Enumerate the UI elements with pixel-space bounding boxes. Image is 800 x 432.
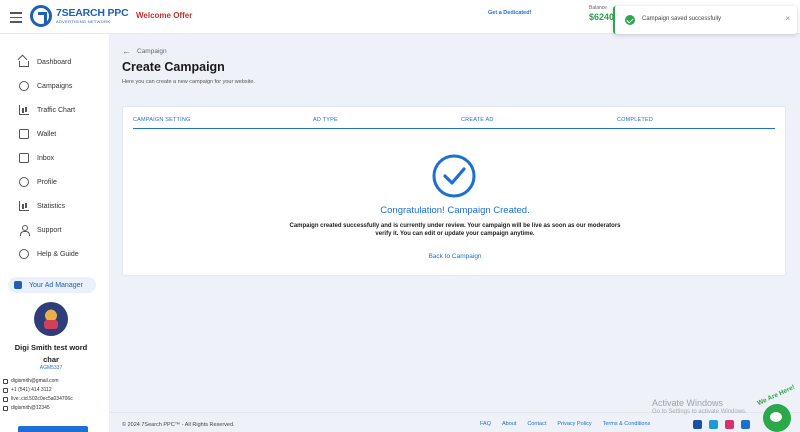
sidebar-item-label: Inbox [37, 154, 55, 162]
ad-manager-icon [14, 281, 22, 289]
sidebar-item-traffic-chart[interactable]: Traffic Chart [19, 103, 75, 117]
instagram-icon[interactable] [725, 420, 734, 429]
sidebar-item-support[interactable]: Support [19, 223, 62, 237]
contact-skype: live:.cid.502c0ec5a034706c [3, 396, 73, 402]
dedicated-link[interactable]: Get a Dedicated! [488, 10, 531, 16]
contact-email: digismith@gmail.com [3, 378, 59, 384]
sidebar-item-help-guide[interactable]: Help & Guide [19, 247, 79, 261]
menu-icon[interactable] [10, 12, 22, 23]
statistics-icon [19, 201, 29, 211]
linkedin-icon[interactable] [741, 420, 750, 429]
step-completed[interactable]: COMPLETED [617, 117, 653, 123]
page-subtitle: Here you can create a new campaign for y… [122, 79, 255, 85]
sidebar: Dashboard Campaigns Traffic Chart Wallet… [0, 34, 110, 432]
profile-icon [19, 177, 29, 187]
user-id: AGM5337 [39, 365, 63, 371]
footer-link-privacy[interactable]: Privacy Policy [557, 421, 591, 427]
success-title: Congratulation! Campaign Created. [380, 205, 530, 216]
chat-icon[interactable] [763, 404, 791, 432]
footer-link-faq[interactable]: FAQ [480, 421, 491, 427]
logo[interactable]: 7SEARCH PPC ADVERTISING NETWORK [30, 5, 129, 29]
phone-icon [3, 387, 8, 393]
sidebar-item-label: Profile [37, 178, 57, 186]
contact-telegram: digismith@12345 [3, 405, 50, 411]
wallet-icon [19, 129, 29, 139]
campaign-card: CAMPAIGN SETTING AD TYPE CREATE AD COMPL… [122, 106, 786, 276]
support-icon [19, 225, 30, 236]
logo-mark-icon [30, 5, 52, 27]
copyright: © 2024 7Search PPC™ - All Rights Reserve… [122, 422, 235, 428]
breadcrumb-label: Campaign [137, 47, 167, 55]
step-ad-type[interactable]: AD TYPE [313, 117, 338, 123]
inbox-icon [19, 153, 29, 163]
welcome-offer-link[interactable]: Welcome Offer [136, 11, 192, 20]
sidebar-item-label: Help & Guide [37, 250, 79, 258]
toast-message: Campaign saved successfully [642, 16, 722, 22]
contact-phone: +1 (541) 414 3112 [3, 387, 52, 393]
telegram-text: digismith@12345 [11, 405, 50, 411]
telegram-icon [3, 405, 8, 411]
balance-value: $6240 [589, 12, 615, 22]
sidebar-item-label: Statistics [37, 202, 66, 210]
email-icon [3, 378, 8, 384]
sidebar-item-label: Traffic Chart [37, 106, 76, 114]
sidebar-item-wallet[interactable]: Wallet [19, 127, 56, 141]
step-create-ad[interactable]: CREATE AD [461, 117, 494, 123]
campaigns-icon [19, 81, 29, 91]
success-message: Campaign created successfully and is cur… [289, 223, 621, 237]
success-toast: Campaign saved successfully × [613, 6, 797, 34]
twitter-icon[interactable] [709, 420, 718, 429]
sidebar-action-button[interactable] [18, 426, 88, 432]
phone-text: +1 (541) 414 3112 [11, 387, 52, 393]
chart-icon [19, 105, 29, 115]
user-name: Digi Smith test word char [14, 343, 88, 364]
back-to-campaign-link[interactable]: Back to Campaign [123, 253, 787, 260]
check-circle-icon [432, 154, 476, 198]
sidebar-item-label: Support [37, 226, 62, 234]
check-circle-icon [625, 15, 635, 25]
ad-manager-label: Your Ad Manager [29, 281, 83, 289]
sidebar-item-label: Dashboard [37, 58, 72, 66]
footer-link-contact[interactable]: Contact [527, 421, 546, 427]
help-icon [19, 249, 29, 259]
sidebar-item-campaigns[interactable]: Campaigns [19, 79, 72, 93]
activate-windows-subtitle: Go to Settings to activate Windows. [652, 409, 747, 415]
sidebar-item-inbox[interactable]: Inbox [19, 151, 54, 165]
close-icon[interactable]: × [785, 14, 790, 23]
logo-text: 7SEARCH PPC [56, 7, 129, 19]
sidebar-item-profile[interactable]: Profile [19, 175, 57, 189]
avatar [34, 302, 68, 336]
sidebar-item-label: Campaigns [37, 82, 73, 90]
footer-link-about[interactable]: About [502, 421, 516, 427]
stepper: CAMPAIGN SETTING AD TYPE CREATE AD COMPL… [133, 115, 775, 129]
sidebar-item-statistics[interactable]: Statistics [19, 199, 65, 213]
breadcrumb[interactable]: ← Campaign [122, 46, 167, 56]
activate-windows-title: Activate Windows [652, 398, 724, 408]
home-icon [19, 61, 29, 67]
sidebar-item-label: Wallet [37, 130, 57, 138]
skype-icon [3, 396, 8, 402]
step-campaign-setting[interactable]: CAMPAIGN SETTING [133, 117, 191, 123]
footer-link-terms[interactable]: Terms & Conditions [603, 421, 651, 427]
back-arrow-icon[interactable]: ← [122, 46, 131, 56]
skype-text: live:.cid.502c0ec5a034706c [11, 396, 73, 402]
page-title: Create Campaign [122, 60, 225, 74]
balance-label: Balance [589, 5, 608, 11]
sidebar-item-dashboard[interactable]: Dashboard [19, 55, 71, 69]
email-text: digismith@gmail.com [11, 378, 59, 384]
logo-subtitle: ADVERTISING NETWORK [56, 19, 111, 24]
ad-manager-button[interactable]: Your Ad Manager [8, 277, 96, 293]
facebook-icon[interactable] [693, 420, 702, 429]
footer-links: FAQ About Contact Privacy Policy Terms &… [480, 421, 661, 427]
